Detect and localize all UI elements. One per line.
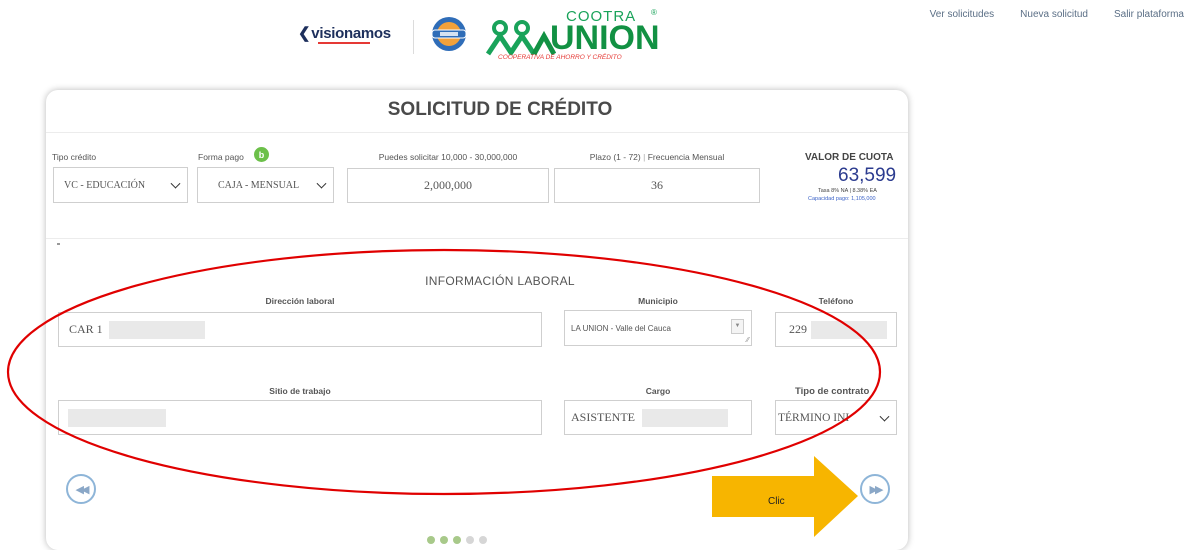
annotation-overlay [6, 248, 882, 537]
clic-annotation-label: Clic [768, 496, 785, 507]
highlight-ellipse [6, 248, 882, 496]
arrow-icon [712, 456, 858, 537]
